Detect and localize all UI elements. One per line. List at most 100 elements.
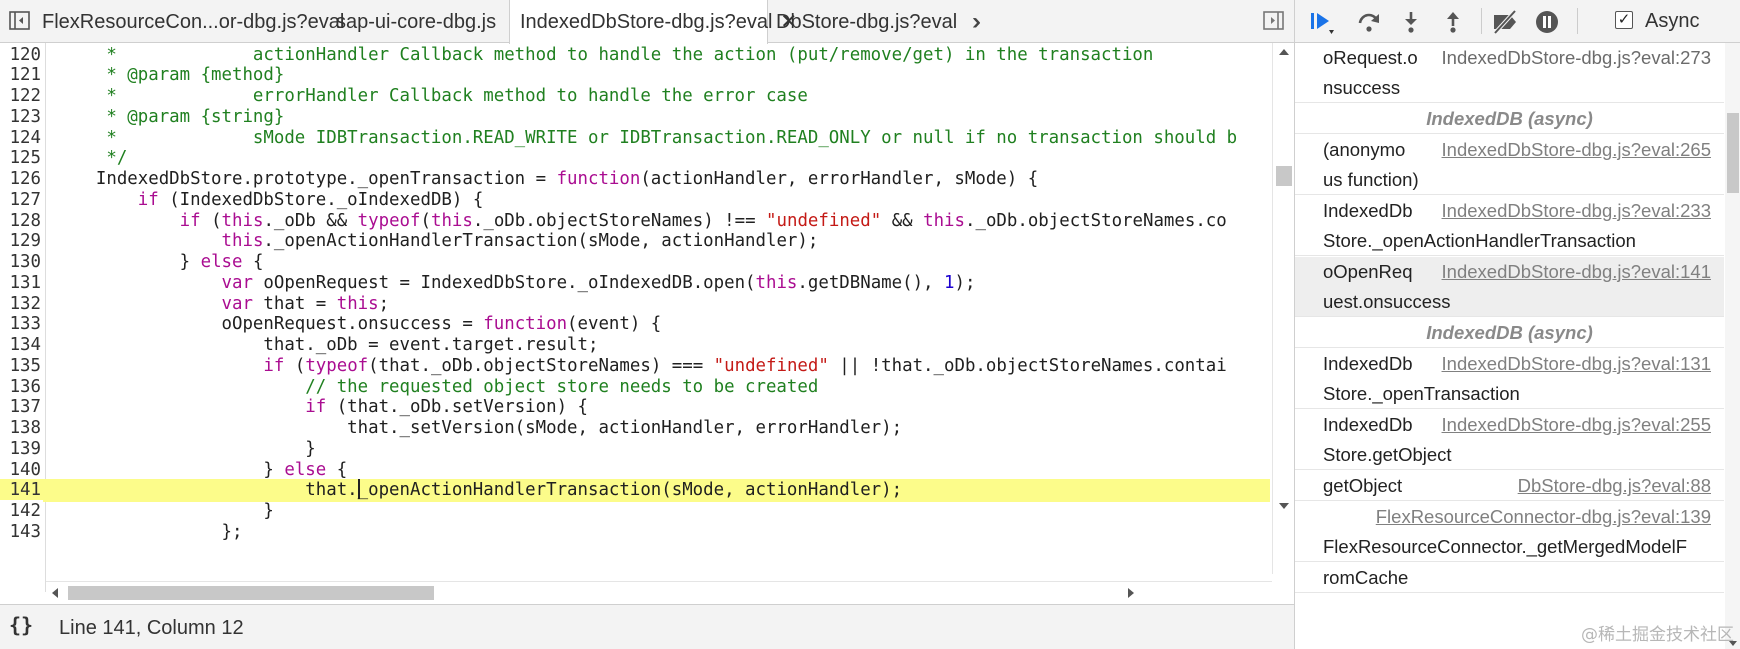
call-frame[interactable]: FlexResourceConnector._getMergedModelF Fl… [1295,502,1724,562]
frame-location-link[interactable]: IndexedDbStore-dbg.js?eval:273 [1442,43,1711,73]
toggle-debugger-icon[interactable] [1262,9,1286,33]
code-line-paused[interactable]: 141 that._openActionHandlerTransaction(s… [0,479,1270,503]
pretty-print-icon[interactable]: {} [9,613,33,637]
more-tabs-icon[interactable]: ›› [972,8,981,36]
code-line[interactable]: 140 } else { [0,458,1270,482]
line-number[interactable]: 125 [0,147,43,171]
code-line[interactable]: 139 } [0,437,1270,461]
code-line[interactable]: 135 if (typeof(that._oDb.objectStoreName… [0,354,1270,378]
code-line[interactable]: 121 * @param {method} [0,64,1270,88]
line-number[interactable]: 130 [0,251,43,274]
frame-location-link[interactable]: IndexedDbStore-dbg.js?eval:233 [1442,196,1711,226]
frame-location-link[interactable]: IndexedDbStore-dbg.js?eval:255 [1442,410,1711,440]
code-text: if (IndexedDbStore._oIndexedDB) { [54,189,484,212]
code-line[interactable]: 131 var oOpenRequest = IndexedDbStore._o… [0,271,1270,295]
call-frame[interactable]: romCache [1295,563,1724,593]
call-frame[interactable]: oRequest.o nsuccess IndexedDbStore-dbg.js?… [1295,43,1724,103]
code-token: * @param {method} [54,65,285,86]
tab-dbstore[interactable]: DbStore-dbg.js?eval [766,0,957,43]
toggle-navigator-icon[interactable] [8,9,32,33]
editor-tab-bar: FlexResourceCon...or-dbg.js?eval sap-ui-… [0,0,1294,44]
code-line[interactable]: 138 that._setVersion(sMode, actionHandle… [0,417,1270,440]
code-token: this [336,293,379,314]
line-number[interactable]: 129 [0,230,43,254]
frame-location-link[interactable]: IndexedDbStore-dbg.js?eval:141 [1442,257,1711,287]
code-line[interactable]: 136 // the requested object store needs … [0,375,1270,399]
code-line[interactable]: 142 } [0,500,1270,523]
line-number[interactable]: 127 [0,188,43,212]
code-line[interactable]: 120 * actionHandler Callback method to h… [0,43,1270,67]
frame-location-link[interactable]: IndexedDbStore-dbg.js?eval:265 [1442,135,1711,165]
horizontal-scrollbar[interactable] [46,581,1272,603]
code-line[interactable]: 130 } else { [0,251,1270,274]
code-line[interactable]: 143 }; [0,520,1270,544]
code-token: (that._oDb.setVersion) { [326,397,588,418]
code-text: that._openActionHandlerTransaction(sMode… [54,479,902,502]
frame-location-link[interactable]: IndexedDbStore-dbg.js?eval:131 [1442,349,1711,379]
code-editor[interactable]: 120 * actionHandler Callback method to h… [0,43,1294,592]
code-line[interactable]: 125 */ [0,147,1270,171]
line-number[interactable]: 140 [0,458,43,482]
code-line[interactable]: 129 this._openActionHandlerTransaction(s… [0,230,1270,254]
call-frame[interactable]: IndexedDb Store._openActionHandlerTransac… [1295,196,1724,256]
code-line[interactable]: 123 * @param {string} [0,105,1270,129]
step-out-icon[interactable] [1439,8,1467,36]
step-over-icon[interactable] [1355,8,1383,36]
code-token: (that._oDb.objectStoreNames) === [368,355,714,376]
code-line[interactable]: 124 * sMode IDBTransaction.READ_WRITE or… [0,126,1270,150]
code-text: var that = this; [54,293,390,316]
line-number[interactable]: 124 [0,126,43,150]
tab-sap-ui-core[interactable]: sap-ui-core-dbg.js [326,0,496,43]
frame-location-link[interactable]: DbStore-dbg.js?eval:88 [1518,471,1711,501]
pause-on-exceptions-icon[interactable] [1533,8,1561,36]
line-number[interactable]: 143 [0,520,43,544]
editor-pane: FlexResourceCon...or-dbg.js?eval sap-ui-… [0,0,1294,649]
code-text: if (this._oDb && typeof(this._oDb.object… [54,210,1227,233]
tab-indexeddbstore[interactable]: IndexedDbStore-dbg.js?eval ✕ [509,0,797,44]
line-number[interactable]: 126 [0,168,43,191]
line-number[interactable]: 135 [0,354,43,378]
call-stack-scrollbar[interactable] [1725,43,1740,649]
call-frame-selected[interactable]: oOpenReq uest.onsuccess IndexedDbStore-dbg… [1295,257,1724,317]
code-token: ( [284,355,306,376]
line-number[interactable]: 136 [0,375,43,399]
line-number[interactable]: 139 [0,437,43,461]
resume-icon[interactable] [1309,8,1337,36]
code-line[interactable]: 127 if (IndexedDbStore._oIndexedDB) { [0,188,1270,212]
code-text: } else { [54,459,347,482]
code-line[interactable]: 134 that._oDb = event.target.result; [0,334,1270,357]
step-into-icon[interactable] [1397,8,1425,36]
tab-flexresourceconnector[interactable]: FlexResourceCon...or-dbg.js?eval [32,0,344,43]
call-frame[interactable]: (anonymo us function) IndexedDbStore-dbg.j… [1295,135,1724,195]
async-checkbox[interactable]: ✓ [1615,11,1633,29]
line-number[interactable]: 123 [0,105,43,129]
call-frame[interactable]: IndexedDb Store._openTransaction IndexedDb… [1295,349,1724,409]
code-token: * errorHandler Callback method to handle… [54,86,808,106]
line-number[interactable]: 132 [0,292,43,316]
line-number[interactable]: 121 [0,64,43,88]
deactivate-breakpoints-icon[interactable] [1491,8,1519,36]
tab-label: sap-ui-core-dbg.js [336,11,497,33]
line-number[interactable]: 142 [0,500,43,523]
line-number[interactable]: 120 [0,43,43,67]
code-line[interactable]: 133 oOpenRequest.onsuccess = function(ev… [0,313,1270,337]
line-number[interactable]: 133 [0,313,43,337]
line-number[interactable]: 137 [0,396,43,420]
call-frame[interactable]: IndexedDb Store.getObject IndexedDbStore-d… [1295,410,1724,470]
code-token: * sMode IDBTransaction.READ_WRITE or IDB… [54,127,1238,148]
code-token: { [326,459,348,480]
vertical-scrollbar[interactable] [1272,43,1294,574]
line-number[interactable]: 122 [0,85,43,108]
code-line[interactable]: 126 IndexedDbStore.prototype._openTransa… [0,168,1270,191]
code-line[interactable]: 137 if (that._oDb.setVersion) { [0,396,1270,420]
line-number[interactable]: 138 [0,417,43,440]
code-line[interactable]: 122 * errorHandler Callback method to ha… [0,85,1270,108]
line-number[interactable]: 131 [0,271,43,295]
code-line[interactable]: 128 if (this._oDb && typeof(this._oDb.ob… [0,209,1270,233]
line-number[interactable]: 134 [0,334,43,357]
line-number[interactable]: 141 [0,479,43,502]
code-line[interactable]: 132 var that = this; [0,292,1270,316]
call-frame[interactable]: getObject DbStore-dbg.js?eval:88 [1295,471,1724,501]
frame-location-link[interactable]: FlexResourceConnector-dbg.js?eval:139 [1376,502,1711,532]
line-number[interactable]: 128 [0,209,43,233]
